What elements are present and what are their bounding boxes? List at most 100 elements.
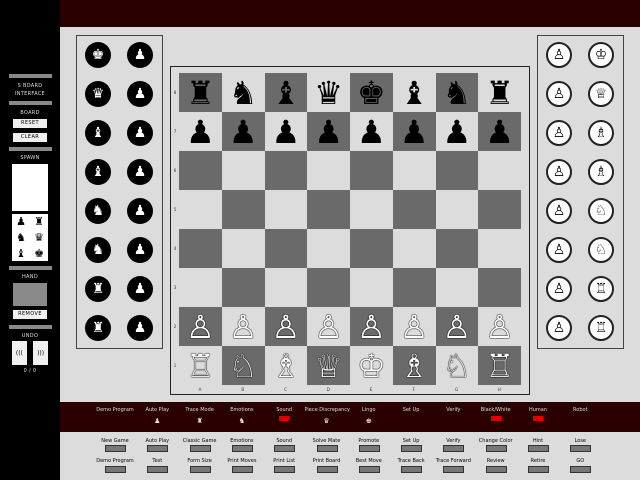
square-h8[interactable]: ♜	[478, 73, 521, 112]
square-c1[interactable]: ♗	[264, 346, 308, 385]
black-knight-icon[interactable]: ♞	[229, 77, 258, 109]
black-knight-icon[interactable]: ♞	[12, 230, 30, 246]
black-bishop-icon[interactable]: ♝	[400, 77, 429, 109]
square-g8[interactable]: ♞	[435, 73, 479, 112]
square-g1[interactable]: ♘	[435, 346, 479, 385]
square-e7[interactable]: ♟	[350, 112, 393, 151]
white-pawn-icon[interactable]: ♙	[443, 311, 472, 343]
solve-mate-button[interactable]	[316, 445, 338, 452]
white-pawn-icon[interactable]: ♙	[314, 311, 343, 343]
sound-button[interactable]	[274, 445, 296, 452]
white-rook-icon[interactable]: ♖	[485, 350, 514, 382]
black-pawn-icon[interactable]: ♟	[485, 116, 514, 148]
square-a6[interactable]	[179, 151, 222, 190]
square-d3[interactable]	[307, 268, 350, 307]
print-moves-button[interactable]	[231, 466, 253, 473]
square-d4[interactable]	[307, 229, 350, 268]
black-knight-icon[interactable]: ♞	[443, 77, 472, 109]
square-d6[interactable]	[307, 151, 350, 190]
trace-forward-button[interactable]	[443, 466, 465, 473]
hand-slot[interactable]	[13, 283, 47, 306]
lose-button[interactable]	[570, 445, 592, 452]
trace-back-button[interactable]	[401, 466, 423, 473]
black-pawn-icon[interactable]: ♟	[314, 116, 343, 148]
square-b2[interactable]: ♙	[221, 307, 265, 346]
demo-program-button[interactable]	[105, 466, 126, 473]
white-knight-icon[interactable]: ♘	[443, 350, 472, 382]
print-list-button[interactable]	[274, 466, 296, 473]
white-bishop-icon[interactable]: ♗	[272, 350, 301, 382]
square-g3[interactable]	[435, 268, 479, 307]
square-f5[interactable]	[392, 190, 436, 229]
white-pawn-icon[interactable]: ♙	[186, 311, 215, 343]
spawn-black-palette[interactable]: ♟ ♜ ♞ ♛ ♝ ♚	[12, 214, 48, 261]
square-b6[interactable]	[221, 151, 265, 190]
new-game-button[interactable]	[105, 445, 126, 452]
square-a1[interactable]: ♖	[179, 346, 222, 385]
undo-forward-button[interactable]: )))	[33, 341, 48, 365]
square-d5[interactable]	[307, 190, 350, 229]
mode-piece-icon[interactable]: ♟	[135, 417, 179, 425]
square-g2[interactable]: ♙	[435, 307, 479, 346]
change-color-button[interactable]	[485, 445, 507, 452]
square-e3[interactable]	[350, 268, 393, 307]
white-bishop-icon[interactable]: ♗	[12, 195, 30, 211]
undo-back-button[interactable]: (((	[12, 341, 27, 365]
black-pawn-icon[interactable]: ♟	[400, 116, 429, 148]
square-e4[interactable]	[350, 229, 393, 268]
black-queen-icon[interactable]: ♛	[30, 230, 48, 246]
square-e5[interactable]	[350, 190, 393, 229]
classic-game-button[interactable]	[189, 445, 211, 452]
black-pawn-icon[interactable]: ♟	[443, 116, 472, 148]
square-e2[interactable]: ♙	[350, 307, 393, 346]
square-c3[interactable]	[264, 268, 308, 307]
black-pawn-icon[interactable]: ♟	[229, 116, 258, 148]
square-c8[interactable]: ♝	[264, 73, 308, 112]
set-up-button[interactable]	[401, 445, 423, 452]
black-rook-icon[interactable]: ♜	[30, 214, 48, 230]
square-f2[interactable]: ♙	[392, 307, 436, 346]
black-pawn-icon[interactable]: ♟	[272, 116, 301, 148]
hint-button[interactable]	[528, 445, 549, 452]
square-c2[interactable]: ♙	[264, 307, 308, 346]
square-e6[interactable]	[350, 151, 393, 190]
square-a3[interactable]	[179, 268, 222, 307]
retire-button[interactable]	[528, 466, 549, 473]
black-pawn-icon[interactable]: ♟	[357, 116, 386, 148]
black-rook-icon[interactable]: ♜	[485, 77, 514, 109]
auto-play-button[interactable]	[147, 445, 169, 452]
best-move-button[interactable]	[358, 466, 380, 473]
white-rook-icon[interactable]: ♖	[186, 350, 215, 382]
mode-indicator-on[interactable]	[490, 416, 501, 421]
square-f6[interactable]	[392, 151, 436, 190]
square-a2[interactable]: ♙	[179, 307, 222, 346]
square-c7[interactable]: ♟	[264, 112, 308, 151]
square-h4[interactable]	[478, 229, 521, 268]
square-f4[interactable]	[392, 229, 436, 268]
form-size-button[interactable]	[189, 466, 211, 473]
go-button[interactable]	[570, 466, 592, 473]
black-bishop-icon[interactable]: ♝	[272, 77, 301, 109]
white-pawn-icon[interactable]: ♙	[272, 311, 301, 343]
promote-button[interactable]	[358, 445, 380, 452]
square-h5[interactable]	[478, 190, 521, 229]
mode-indicator-on[interactable]	[279, 416, 290, 421]
black-queen-icon[interactable]: ♛	[314, 77, 343, 109]
square-e8[interactable]: ♚	[350, 73, 393, 112]
square-f7[interactable]: ♟	[392, 112, 436, 151]
white-pawn-icon[interactable]: ♙	[357, 311, 386, 343]
white-pawn-icon[interactable]: ♙	[12, 164, 30, 180]
white-queen-icon[interactable]: ♕	[314, 350, 343, 382]
square-c6[interactable]	[264, 151, 308, 190]
mode-piece-icon[interactable]: ♜	[178, 417, 222, 425]
square-f3[interactable]	[392, 268, 436, 307]
white-knight-icon[interactable]: ♘	[229, 350, 258, 382]
remove-button[interactable]: REMOVE	[13, 310, 47, 319]
square-g7[interactable]: ♟	[435, 112, 479, 151]
square-b3[interactable]	[221, 268, 265, 307]
black-rook-icon[interactable]: ♜	[186, 77, 215, 109]
white-queen-icon[interactable]: ♕	[30, 180, 48, 196]
square-d8[interactable]: ♛	[307, 73, 350, 112]
square-d1[interactable]: ♕	[307, 346, 350, 385]
black-king-icon[interactable]: ♚	[30, 245, 48, 261]
